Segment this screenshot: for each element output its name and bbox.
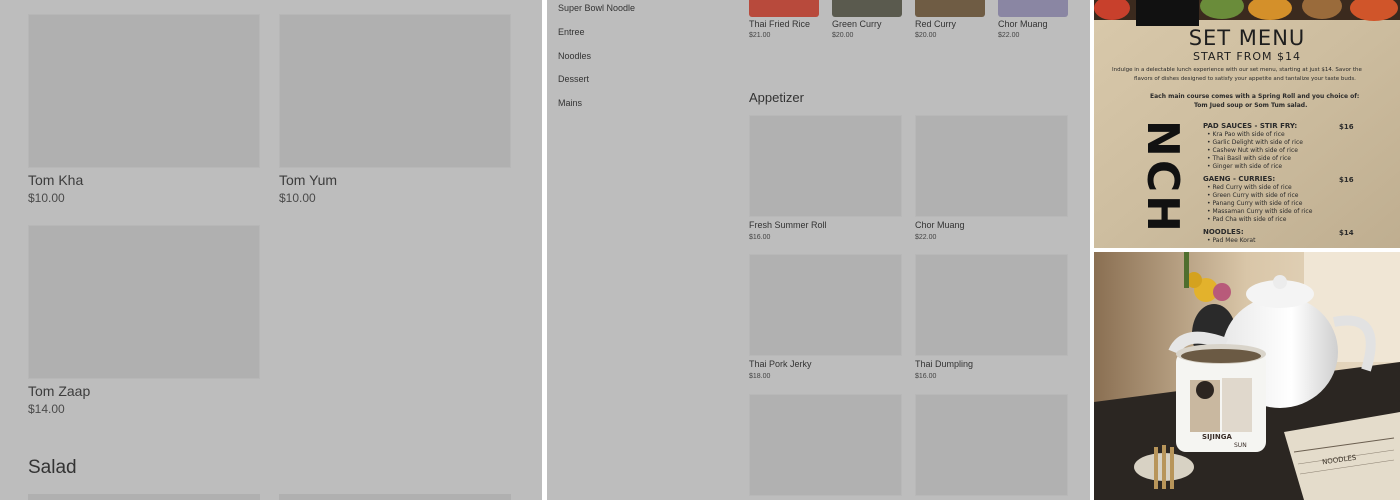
set-menu-section-price: $14: [1339, 229, 1354, 237]
menu-item-card[interactable]: Thai Pork Jerky $18.00: [749, 254, 902, 381]
menu-item-card[interactable]: Fresh Summer Roll $16.00: [749, 115, 902, 242]
mug-text: SIJINGA: [1202, 433, 1232, 441]
menu-item-price: $22.00: [998, 32, 1020, 39]
set-menu-section-title: NOODLES:: [1203, 228, 1244, 236]
menu-item-name: Thai Dumpling: [915, 359, 974, 369]
menu-item-card[interactable]: [749, 394, 902, 496]
menu-item-price: $20.00: [832, 32, 854, 39]
menu-item-card[interactable]: Tom Kha $10.00: [28, 14, 260, 206]
set-menu-line: • Ginger with side of rice: [1207, 163, 1283, 170]
menu-item-name: Chor Muang: [915, 220, 965, 230]
set-menu-section-title: PAD SAUCES - STIR FRY:: [1203, 122, 1298, 130]
set-menu-title: SET MENU: [1188, 26, 1306, 50]
menu-item-card[interactable]: Chor Muang $22.00: [915, 115, 1068, 242]
set-menu-section-price: $16: [1339, 176, 1354, 184]
menu-item-card[interactable]: Tom Yum $10.00: [279, 14, 511, 206]
menu-item-image: [749, 394, 902, 496]
set-menu-line: • Panang Curry with side of rice: [1207, 200, 1303, 207]
section-heading: Appetizer: [749, 90, 804, 105]
category-link-entree[interactable]: Entree: [558, 27, 585, 37]
set-menu-line: • Thai Basil with side of rice: [1207, 155, 1291, 162]
menu-item-card[interactable]: Thai Dumpling $16.00: [915, 254, 1068, 381]
set-menu-note: Tom Jued soup or Som Tum salad.: [1194, 102, 1308, 109]
category-link-dessert[interactable]: Dessert: [558, 74, 589, 84]
menu-panel-left: Tom Kha $10.00 Tom Yum $10.00 Tom Zaap $…: [0, 0, 542, 500]
category-link-noodles[interactable]: Noodles: [558, 51, 591, 61]
menu-item-price: $21.00: [749, 32, 771, 39]
menu-item-name: Thai Pork Jerky: [749, 359, 812, 369]
set-menu-photo[interactable]: SET MENU START FROM $14 Indulge in a del…: [1094, 0, 1400, 248]
set-menu-line: • Garlic Delight with side of rice: [1207, 139, 1303, 146]
set-menu-line: • Massaman Curry with side of rice: [1207, 208, 1313, 215]
menu-item-name: Tom Kha: [28, 172, 84, 188]
menu-item-image: [749, 115, 902, 217]
lunch-vertical-word: NCH: [1137, 120, 1188, 235]
menu-item-name: Fresh Summer Roll: [749, 220, 827, 230]
menu-item-image[interactable]: [832, 0, 902, 17]
menu-item-image[interactable]: [915, 0, 985, 17]
set-menu-section-price: $16: [1339, 123, 1354, 131]
set-menu-intro: flavors of dishes designed to satisfy yo…: [1134, 76, 1356, 82]
menu-item-name: Tom Zaap: [28, 383, 91, 399]
menu-item-price: $16.00: [749, 234, 771, 241]
set-menu-line: • Red Curry with side of rice: [1207, 184, 1292, 191]
category-link-mains[interactable]: Mains: [558, 98, 582, 108]
menu-item-image: [915, 394, 1068, 496]
set-menu-intro: Indulge in a delectable lunch experience…: [1112, 67, 1362, 73]
set-menu-line: • Pad Cha with side of rice: [1207, 216, 1287, 223]
menu-item-price: $18.00: [749, 373, 771, 380]
menu-item-image: [279, 14, 511, 168]
set-menu-line: • Green Curry with side of rice: [1207, 192, 1299, 199]
category-link-super-bowl-noodle[interactable]: Super Bowl Noodle: [558, 3, 635, 13]
menu-item-price: $10.00: [279, 191, 316, 205]
set-menu-note: Each main course comes with a Spring Rol…: [1150, 93, 1360, 100]
menu-item-price: $22.00: [915, 234, 937, 241]
menu-item-card[interactable]: [915, 394, 1068, 496]
tea-photo[interactable]: SIJINGA SUN NOODLES: [1094, 252, 1400, 500]
menu-item-price: $20.00: [915, 32, 937, 39]
set-menu-subtitle: START FROM $14: [1192, 50, 1302, 63]
menu-item-name: Tom Yum: [279, 172, 338, 188]
menu-item-image: [915, 254, 1068, 356]
set-menu-line: • Kra Pao with side of rice: [1207, 131, 1285, 138]
mug-text: SUN: [1234, 442, 1247, 449]
menu-item-price: $14.00: [28, 402, 65, 416]
menu-item-image: [28, 225, 260, 379]
menu-item-image: [749, 254, 902, 356]
menu-item-image: [28, 14, 260, 168]
menu-item-image[interactable]: [998, 0, 1068, 17]
menu-item-name: Chor Muang: [998, 19, 1048, 29]
menu-item-image[interactable]: [749, 0, 819, 17]
set-menu-section-title: GAENG - CURRIES:: [1203, 175, 1276, 183]
menu-item-image: [915, 115, 1068, 217]
section-heading: Salad: [28, 457, 77, 478]
set-menu-line: • Pad Mee Korat: [1207, 237, 1256, 244]
menu-item-name: Red Curry: [915, 19, 957, 29]
set-menu-line: • Cashew Nut with side of rice: [1207, 147, 1298, 154]
menu-item-name: Thai Fried Rice: [749, 19, 811, 29]
menu-item-price: $16.00: [915, 373, 937, 380]
menu-item-price: $10.00: [28, 191, 65, 205]
menu-panel-middle: Super Bowl Noodle Entree Noodles Dessert…: [547, 0, 1090, 500]
menu-item-image[interactable]: [279, 494, 511, 500]
menu-item-name: Green Curry: [832, 19, 882, 29]
menu-item-card[interactable]: Tom Zaap $14.00: [28, 225, 260, 417]
tea-scene: [1094, 252, 1400, 500]
menu-item-image[interactable]: [28, 494, 260, 500]
